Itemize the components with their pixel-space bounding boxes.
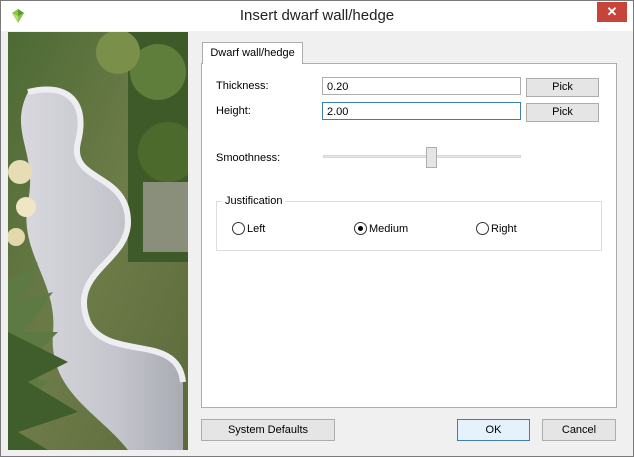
close-icon: ✕	[606, 4, 618, 19]
height-pick-button[interactable]: Pick	[526, 103, 599, 122]
justification-group	[216, 201, 602, 251]
thickness-pick-button[interactable]: Pick	[526, 78, 599, 97]
dialog-window: Insert dwarf wall/hedge ✕ Dwarf wall/hed…	[0, 0, 634, 457]
radio-left-label[interactable]: Left	[247, 223, 265, 235]
radio-medium-label[interactable]: Medium	[369, 223, 408, 235]
window-title: Insert dwarf wall/hedge	[239, 7, 395, 24]
tab-dwarf-wall-hedge[interactable]: Dwarf wall/hedge	[202, 42, 303, 64]
thickness-field[interactable]: 0.20	[322, 77, 521, 95]
smoothness-label: Smoothness:	[216, 152, 281, 164]
height-label: Height:	[216, 105, 251, 117]
smoothness-slider-thumb[interactable]	[425, 147, 437, 168]
wall-photo-graphic	[8, 32, 188, 450]
ok-button[interactable]: OK	[457, 419, 530, 441]
cancel-button[interactable]: Cancel	[542, 419, 616, 441]
title-bar: Insert dwarf wall/hedge ✕	[1, 1, 633, 31]
smoothness-slider[interactable]	[323, 155, 521, 158]
system-defaults-button[interactable]: System Defaults	[201, 419, 335, 441]
preview-image	[8, 32, 188, 450]
close-button[interactable]: ✕	[597, 2, 627, 22]
radio-medium[interactable]	[354, 222, 367, 235]
justification-title: Justification	[222, 195, 286, 207]
radio-right[interactable]	[476, 222, 489, 235]
radio-right-label[interactable]: Right	[491, 223, 517, 235]
radio-left[interactable]	[232, 222, 245, 235]
thickness-label: Thickness:	[216, 80, 269, 92]
height-field[interactable]: 2.00	[322, 102, 521, 120]
